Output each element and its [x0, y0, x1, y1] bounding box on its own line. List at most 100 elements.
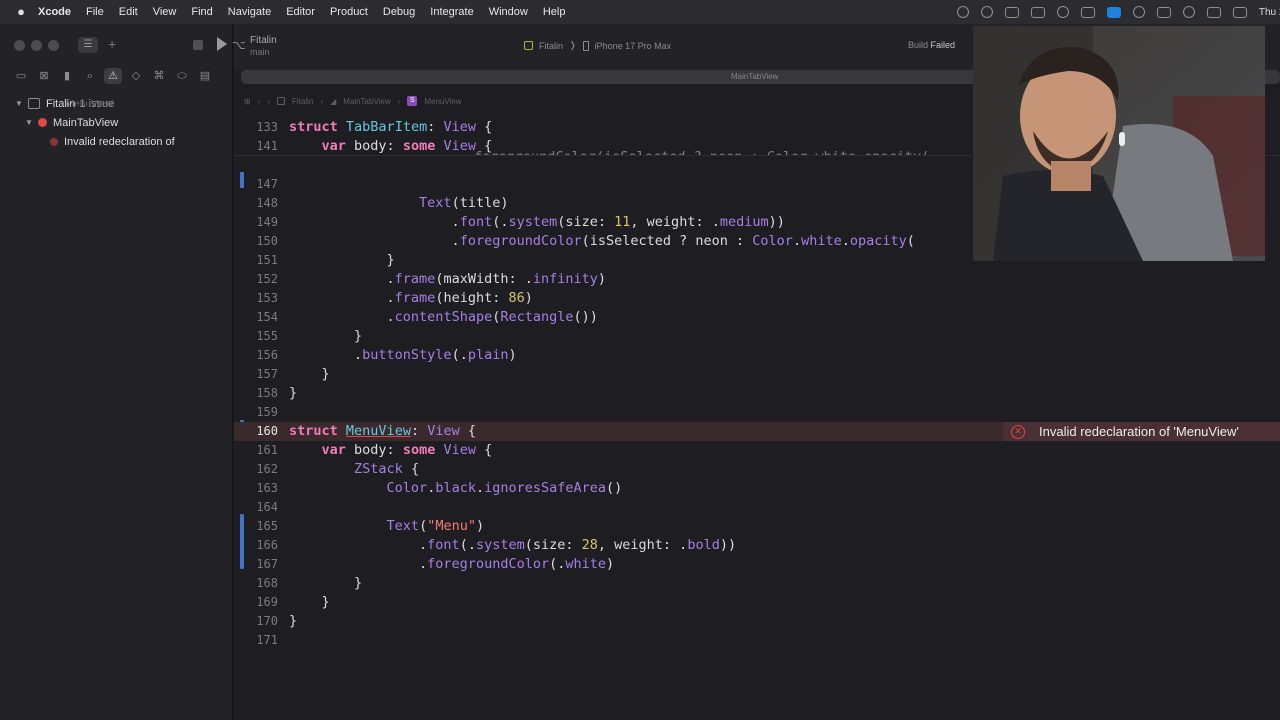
grid-icon[interactable]: ⊞ — [244, 97, 251, 106]
menu-app-name[interactable]: Xcode — [38, 6, 71, 18]
share-status-icon[interactable] — [1156, 6, 1171, 18]
code-line[interactable]: 154 .contentShape(Rectangle()) — [234, 308, 1280, 327]
line-number: 153 — [256, 291, 278, 305]
inline-error-banner[interactable]: ✕ Invalid redeclaration of 'MenuView' — [1003, 422, 1280, 441]
breakpoint-icon[interactable]: ⬭ — [173, 68, 191, 84]
jumpbar-file[interactable]: MainTabView — [343, 97, 390, 106]
code-text: } — [289, 252, 395, 268]
line-number: 160 — [256, 424, 278, 438]
code-line[interactable]: 170} — [234, 612, 1280, 631]
destination-selector[interactable]: Fitalin ❭ iPhone 17 Pro Max — [524, 40, 671, 51]
wifi-icon[interactable] — [1182, 6, 1195, 18]
destination-target: Fitalin — [539, 40, 564, 51]
apple-menu-icon[interactable]: ● — [14, 5, 28, 19]
scheme-selector[interactable]: Fitalin main — [250, 35, 277, 57]
tab-main-tab-view[interactable]: MainTabView — [731, 72, 778, 81]
forward-icon[interactable]: › — [267, 97, 270, 106]
close-window-button[interactable] — [14, 40, 25, 51]
menu-file[interactable]: File — [86, 6, 104, 18]
tree-row-project[interactable]: ▼ Fitalin 1 issue — [0, 94, 233, 113]
code-line[interactable]: 171 — [234, 631, 1280, 650]
code-line[interactable]: 162 ZStack { — [234, 460, 1280, 479]
code-line[interactable]: 169 } — [234, 593, 1280, 612]
menu-navigate[interactable]: Navigate — [228, 6, 271, 18]
chevron-right-icon: › — [320, 96, 324, 106]
line-number: 164 — [256, 500, 278, 514]
sync-status-icon[interactable] — [980, 6, 993, 18]
line-number: 170 — [256, 614, 278, 628]
line-number: 154 — [256, 310, 278, 324]
line-number: 168 — [256, 576, 278, 590]
issue-navigator-warning-icon[interactable]: ⚠ — [104, 68, 122, 84]
tree-row-issue[interactable]: Invalid redeclaration of — [0, 132, 233, 151]
code-line[interactable]: 164 — [234, 498, 1280, 517]
find-icon[interactable]: ⌕ — [81, 68, 99, 84]
code-line[interactable]: 163 Color.black.ignoresSafeArea() — [234, 479, 1280, 498]
navigator-tab-bar: ▭ ⊠ ▮ ⌕ ⚠ ◇ ⌘ ⬭ ▤ — [12, 68, 214, 84]
code-text: } — [289, 613, 298, 629]
chevron-down-icon[interactable]: ▼ — [14, 99, 24, 108]
code-line[interactable]: 161 var body: some View { — [234, 441, 1280, 460]
chevron-down-icon[interactable]: ▼ — [24, 118, 34, 127]
line-number: 167 — [256, 557, 278, 571]
run-button[interactable] — [217, 37, 227, 51]
record-status-icon[interactable] — [956, 6, 969, 18]
bookmark-icon[interactable]: ▮ — [58, 68, 76, 84]
code-line[interactable]: 153 .frame(height: 86) — [234, 289, 1280, 308]
menu-help[interactable]: Help — [543, 6, 566, 18]
code-line[interactable]: 165 Text("Menu") — [234, 517, 1280, 536]
menu-integrate[interactable]: Integrate — [430, 6, 473, 18]
line-number: 141 — [256, 139, 278, 153]
battery-icon[interactable] — [1206, 6, 1221, 18]
pen-status-icon[interactable] — [1030, 6, 1045, 18]
input-status-icon[interactable] — [1080, 6, 1095, 18]
vpn-status-icon[interactable] — [1056, 6, 1069, 18]
line-number: 165 — [256, 519, 278, 533]
build-status[interactable]: Build Failed — [908, 40, 955, 50]
menu-editor[interactable]: Editor — [286, 6, 315, 18]
zoom-window-button[interactable] — [48, 40, 59, 51]
play-status-icon[interactable] — [1132, 6, 1145, 18]
menu-bar: ● Xcode File Edit View Find Navigate Edi… — [0, 0, 1280, 24]
code-line[interactable]: 160 struct MenuView: View {✕ Invalid redec… — [234, 422, 1280, 441]
menu-edit[interactable]: Edit — [119, 6, 138, 18]
code-line[interactable]: 166 .font(.system(size: 28, weight: .bol… — [234, 536, 1280, 555]
report-icon[interactable]: ▤ — [196, 68, 214, 84]
debug-icon[interactable]: ⌘ — [150, 68, 168, 84]
line-number: 133 — [256, 120, 278, 134]
code-text: var body: some View { — [321, 442, 493, 458]
stop-button[interactable] — [193, 40, 203, 50]
back-icon[interactable]: ‹ — [258, 97, 261, 106]
sidebar-toggle-icon[interactable]: ☰ — [78, 37, 98, 53]
control-center-icon[interactable] — [1232, 6, 1247, 18]
jumpbar-project[interactable]: Fitalin — [292, 97, 313, 106]
source-control-icon[interactable]: ⊠ — [35, 68, 53, 84]
code-line[interactable]: 168 } — [234, 574, 1280, 593]
tree-row-file[interactable]: ▼ MainTabView — [0, 113, 233, 132]
target-icon — [524, 41, 533, 50]
iphone-icon — [582, 40, 589, 51]
camera-status-icon[interactable] — [1106, 6, 1121, 18]
code-line[interactable]: 155 } — [234, 327, 1280, 346]
code-line[interactable]: 158} — [234, 384, 1280, 403]
plus-icon[interactable]: + — [108, 36, 116, 52]
folder-icon[interactable]: ▭ — [12, 68, 30, 84]
menu-debug[interactable]: Debug — [383, 6, 415, 18]
jumpbar-symbol[interactable]: MenuView — [424, 97, 461, 106]
code-line[interactable]: 167 .foregroundColor(.white) — [234, 555, 1280, 574]
menu-view[interactable]: View — [153, 6, 177, 18]
menu-find[interactable]: Find — [191, 6, 212, 18]
code-line[interactable]: 159 — [234, 403, 1280, 422]
test-icon[interactable]: ◇ — [127, 68, 145, 84]
code-line[interactable]: 152 .frame(maxWidth: .infinity) — [234, 270, 1280, 289]
menu-product[interactable]: Product — [330, 6, 368, 18]
code-line[interactable]: 156 .buttonStyle(.plain) — [234, 346, 1280, 365]
code-text: .foregroundColor(isSelected ? neon : Col… — [289, 233, 915, 249]
menu-window[interactable]: Window — [489, 6, 528, 18]
code-line[interactable]: 157 } — [234, 365, 1280, 384]
line-number: 147 — [256, 177, 278, 191]
clock[interactable]: Thu 26 Mar — [1259, 7, 1280, 18]
code-text: .buttonStyle(.plain) — [289, 347, 517, 363]
minimize-window-button[interactable] — [31, 40, 42, 51]
display-status-icon[interactable] — [1004, 6, 1019, 18]
